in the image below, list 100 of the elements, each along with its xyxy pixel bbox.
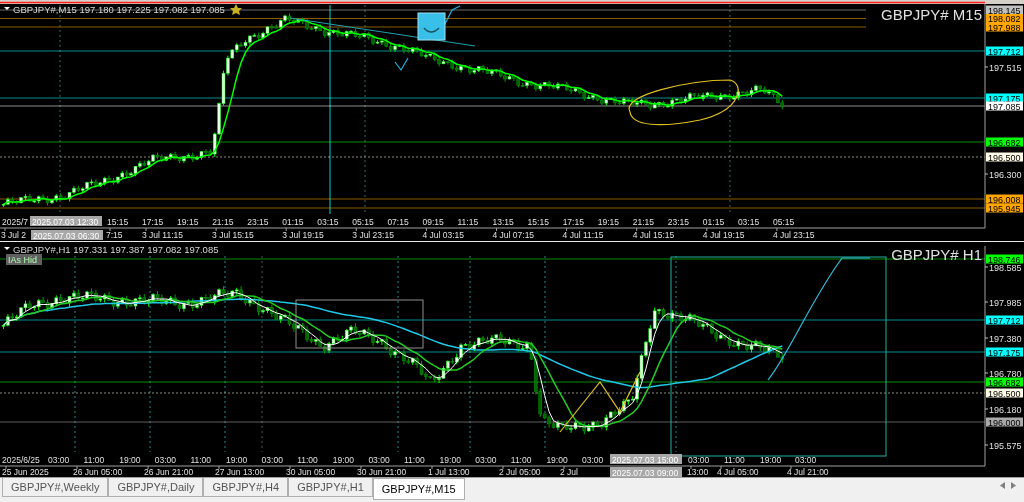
time-label: 13:15 — [492, 217, 514, 227]
time-label: 30 Jun 05:00 — [286, 465, 336, 477]
price-tag: 198.145 — [986, 5, 1023, 16]
time-label: 03:15 — [317, 217, 339, 227]
time-label: 3 Jul 2 — [1, 227, 27, 240]
time-label: 19:00 — [546, 455, 568, 465]
time-label: 23:15 — [667, 217, 690, 227]
time-label: 25 Jun 2025 — [2, 465, 49, 477]
time-label: 19:00 — [760, 455, 782, 465]
time-label: 2025/6/25 — [2, 455, 40, 465]
time-label: 19:15 — [597, 217, 619, 227]
time-label: 4 Jul 07:15 — [492, 227, 535, 240]
price-tag: 196.000 — [986, 417, 1023, 428]
time-label: 07:15 — [387, 217, 409, 227]
price-tag: 198.746 — [986, 254, 1023, 265]
indicator-badge: IAs Hid — [6, 254, 42, 265]
price-label: 198.585 — [984, 262, 1022, 273]
time-label: 3 Jul 19:15 — [282, 227, 324, 240]
time-label: 4 Jul 11:15 — [562, 227, 604, 240]
chart-tab[interactable]: GBPJPY#,Weekly — [2, 478, 109, 497]
crosshair-time-tag: 2025.07.03 15:00 — [610, 454, 682, 465]
price-tag: 197.175 — [986, 93, 1023, 104]
time-label: 13:00 — [687, 465, 709, 477]
time-label: 19:00 — [439, 455, 461, 465]
time-label: 2 Jul — [560, 465, 578, 477]
time-label: 01:15 — [282, 217, 304, 227]
time-label: 26 Jun 05:00 — [73, 465, 123, 477]
time-label: 26 Jun 21:00 — [144, 465, 194, 477]
time-label: 11:15 — [457, 217, 479, 227]
chart-tab[interactable]: GBPJPY#,M15 — [372, 478, 465, 500]
time-label: 21:15 — [212, 217, 234, 227]
time-label: 3 Jul 11:15 — [142, 227, 183, 240]
crosshair-time-tag: 2025.07.03 09:00 — [610, 467, 682, 477]
price-label: 196.180 — [984, 404, 1022, 415]
chart-title: GBPJPY# M15 — [881, 6, 982, 23]
price-tag: 196.500 — [986, 152, 1023, 163]
chart-tab[interactable]: GBPJPY#,H4 — [203, 478, 289, 497]
time-label: 19:00 — [332, 455, 355, 465]
time-label: 19:15 — [177, 217, 199, 227]
time-label: 05:15 — [772, 217, 795, 227]
time-label: 11:00 — [510, 455, 532, 465]
time-label: 30 Jun 21:00 — [357, 465, 407, 477]
price-tag: 198.082 — [986, 14, 1023, 24]
chart-tab[interactable]: GBPJPY#,H1 — [288, 478, 373, 497]
time-label: 03:00 — [688, 455, 710, 465]
time-label: 4 Jul 23:15 — [772, 227, 815, 240]
time-label: 4 Jul 03:15 — [422, 227, 464, 240]
price-label: 195.575 — [984, 440, 1022, 451]
time-label: 03:00 — [154, 455, 177, 465]
time-label: 1 Jul 13:00 — [428, 465, 470, 477]
time-label: 03:00 — [795, 455, 817, 465]
price-tag: 197.712 — [986, 315, 1023, 326]
time-label: 3 Jul 15:15 — [212, 227, 254, 240]
price-label: 196.300 — [984, 169, 1022, 180]
price-tag: 196.500 — [986, 388, 1023, 399]
time-label: 19:00 — [119, 455, 141, 465]
chart-tab[interactable]: GBPJPY#,Daily — [108, 478, 204, 497]
time-label: 21:15 — [632, 217, 655, 227]
time-label: 03:00 — [261, 455, 283, 465]
time-label: 15:15 — [107, 217, 129, 227]
price-label: 197.380 — [984, 333, 1022, 344]
time-label: 11:00 — [404, 455, 425, 465]
time-label: 3 Jul 23:15 — [352, 227, 394, 240]
time-label: 11:00 — [724, 455, 745, 465]
price-tag: 196.682 — [986, 137, 1023, 148]
time-label: 17:15 — [562, 217, 584, 227]
time-label: 19:00 — [226, 455, 248, 465]
time-label: 01:15 — [702, 217, 725, 227]
crosshair-time-tag: 2025.07.03 12:30 — [30, 216, 102, 227]
price-tag: 197.085 — [986, 101, 1023, 112]
time-label: 7:15 — [106, 227, 123, 240]
price-tag: 195.945 — [986, 203, 1023, 214]
symbol-quote: GBPJPY#,M15 197.180 197.225 197.082 197.085 — [13, 4, 225, 15]
time-label: 4 Jul 19:15 — [702, 227, 745, 240]
time-label: 09:15 — [422, 217, 444, 227]
time-label: 11:00 — [83, 455, 105, 465]
symbol-quote: GBPJPY#,H1 197.331 197.387 197.082 197.085 — [13, 244, 219, 255]
time-label: 2025/7 — [2, 217, 28, 227]
time-label: 05:15 — [352, 217, 374, 227]
price-tag: 197.988 — [986, 22, 1023, 33]
time-label: 27 Jun 13:00 — [215, 465, 265, 477]
price-label: 197.515 — [984, 62, 1022, 73]
time-label: 03:00 — [48, 455, 70, 465]
price-tag: 197.175 — [986, 347, 1023, 358]
time-label: 15:15 — [527, 217, 549, 227]
time-label: 4 Jul 21:00 — [787, 465, 829, 477]
time-label: 2 Jul 05:00 — [499, 465, 541, 477]
time-label: 03:00 — [368, 455, 390, 465]
price-tag: 196.682 — [986, 377, 1023, 388]
price-label: 197.985 — [984, 297, 1022, 308]
time-label: 17:15 — [142, 217, 164, 227]
time-label: 4 Jul 05:00 — [717, 465, 759, 477]
chart-title: GBPJPY# H1 — [891, 246, 982, 263]
price-tag: 196.008 — [986, 194, 1023, 205]
time-label: 03:15 — [737, 217, 760, 227]
crosshair-time-tag: 2025.07.03 06:30 — [31, 230, 103, 241]
price-label: 196.780 — [984, 368, 1022, 379]
time-label: 11:00 — [297, 455, 318, 465]
time-label: 23:15 — [247, 217, 269, 227]
time-label: 4 Jul 15:15 — [632, 227, 675, 240]
